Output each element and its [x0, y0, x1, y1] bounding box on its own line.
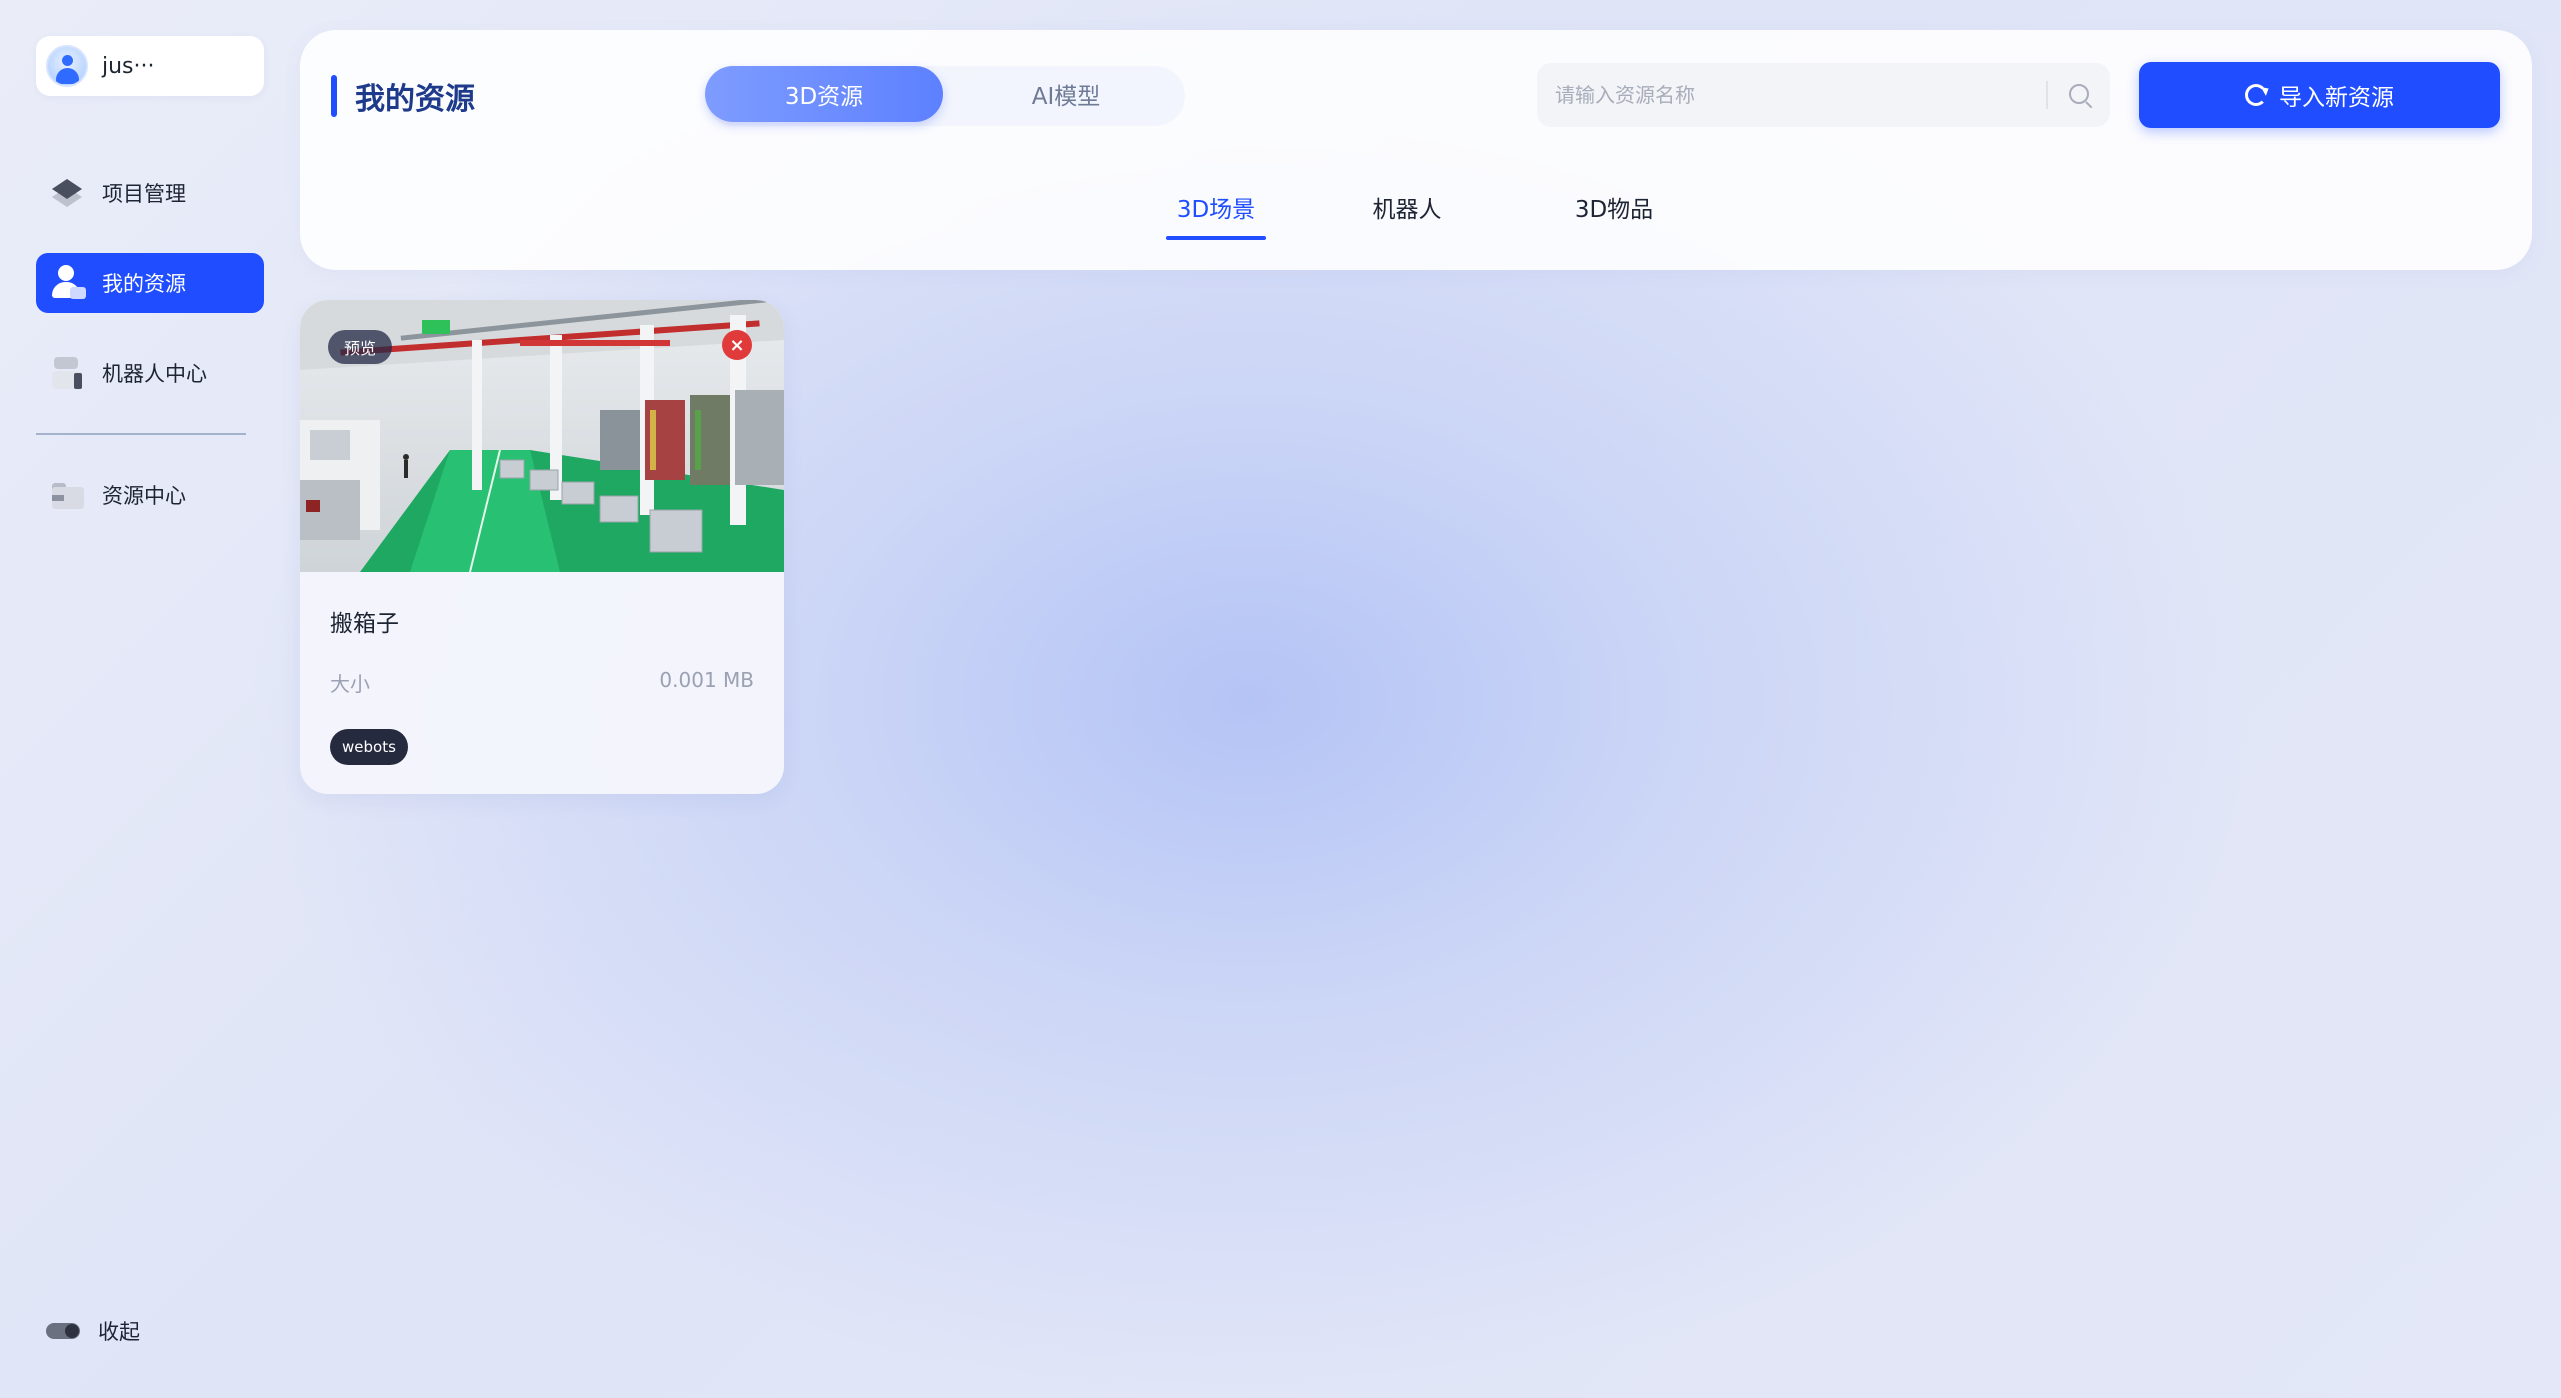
search-input[interactable] [1537, 63, 2046, 127]
sidebar-item-label: 机器人中心 [102, 362, 207, 386]
resource-size-value: 0.001 MB [659, 668, 754, 692]
collapse-button[interactable]: 收起 [46, 1316, 140, 1346]
resource-type-switch: 3D资源 AI模型 [705, 66, 1185, 126]
sidebar-item-project-management[interactable]: 项目管理 [36, 163, 264, 223]
collapse-label: 收起 [98, 1320, 140, 1344]
toggle-icon [46, 1323, 80, 1339]
header-panel: 我的资源 3D资源 AI模型 导入新资源 3D场景 机器人 3D物品 [300, 30, 2532, 270]
user-name: jus··· [102, 53, 155, 79]
folder-icon [48, 475, 88, 515]
close-icon[interactable]: × [722, 330, 752, 360]
title-accent-bar [331, 75, 337, 117]
subtab-3d-scene[interactable]: 3D场景 [1166, 190, 1266, 240]
refresh-icon [2245, 84, 2267, 106]
sidebar: jus··· 项目管理 我的资源 机器人中心 资源中心 收起 [0, 0, 290, 1398]
avatar [46, 45, 88, 87]
layers-icon [48, 173, 88, 213]
import-resource-button[interactable]: 导入新资源 [2139, 62, 2500, 128]
preview-badge[interactable]: 预览 [328, 330, 393, 364]
sidebar-item-my-resources[interactable]: 我的资源 [36, 253, 264, 313]
sidebar-item-label: 项目管理 [102, 182, 186, 206]
resource-tag: webots [330, 729, 408, 765]
sidebar-item-label: 资源中心 [102, 484, 186, 508]
search-box [1537, 63, 2110, 127]
sidebar-item-label: 我的资源 [102, 272, 186, 296]
search-icon[interactable] [2048, 63, 2110, 127]
tab-3d-resources[interactable]: 3D资源 [705, 66, 943, 122]
user-icon [48, 263, 88, 303]
sidebar-item-robot-center[interactable]: 机器人中心 [36, 343, 264, 403]
resource-name: 搬箱子 [330, 611, 399, 637]
tab-ai-models[interactable]: AI模型 [947, 66, 1185, 122]
resource-thumbnail[interactable]: 预览 × [300, 300, 784, 572]
sidebar-divider [36, 433, 246, 435]
user-card[interactable]: jus··· [36, 36, 264, 96]
resource-card[interactable]: 预览 × 搬箱子 大小 0.001 MB webots [300, 300, 784, 794]
import-resource-label: 导入新资源 [2279, 85, 2394, 111]
page-title: 我的资源 [355, 82, 475, 117]
subtab-3d-object[interactable]: 3D物品 [1562, 190, 1666, 240]
resource-size-label: 大小 [330, 672, 370, 696]
subtab-robot[interactable]: 机器人 [1364, 190, 1450, 240]
robot-icon [48, 353, 88, 393]
sidebar-item-resource-center[interactable]: 资源中心 [36, 465, 264, 525]
